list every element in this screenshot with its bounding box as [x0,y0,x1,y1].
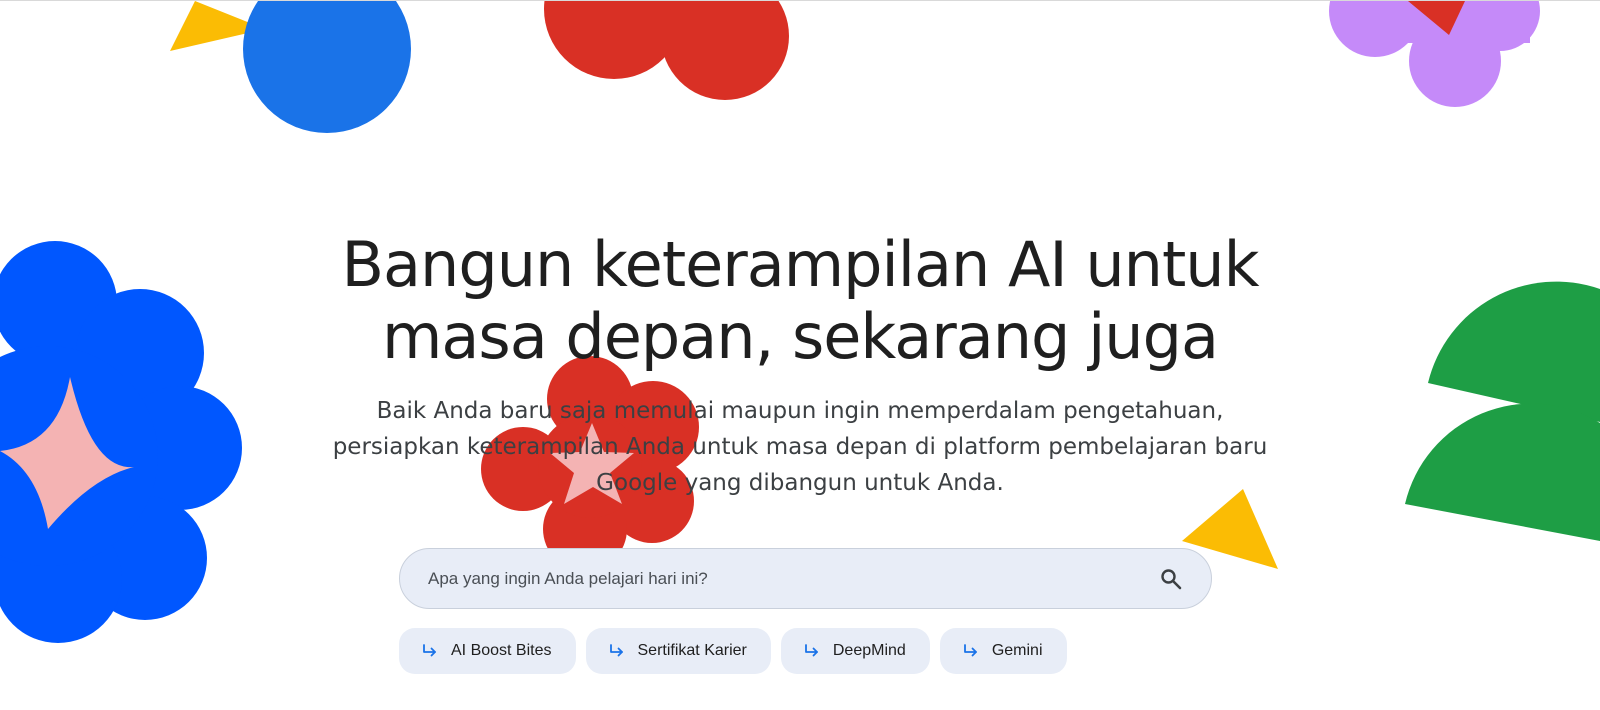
top-left-blue-circle [243,1,411,133]
arrow-return-icon [608,642,626,660]
chip-label: Sertifikat Karier [637,642,747,659]
chip-deepmind[interactable]: DeepMind [780,628,930,674]
chip-label: Gemini [991,642,1043,659]
hero-title: Bangun keterampilan AI untuk masa depan,… [310,229,1290,373]
hero-section: Bangun keterampilan AI untuk masa depan,… [0,229,1600,501]
google-skills-landing-page: Bangun keterampilan AI untuk masa depan,… [0,0,1600,710]
chip-gemini[interactable]: Gemini [939,628,1067,674]
hero-subtitle-line-3: Google yang dibangun untuk Anda. [596,470,1004,496]
top-red-blob-join [610,1,730,49]
top-red-blob-left [544,1,684,79]
quick-topic-chips: AI Boost Bites Sertifikat Karier DeepMin… [399,628,1067,674]
search-icon [1161,568,1182,589]
arrow-return-icon [962,642,980,660]
hero-subtitle-line-2: persiapkan keterampilan Anda untuk masa … [332,434,1268,460]
chip-ai-boost-bites[interactable]: AI Boost Bites [399,628,576,674]
hero-title-line-2: masa depan, sekarang juga [382,300,1219,373]
top-right-red-triangle [1408,1,1465,35]
top-right-purple-blob-band [1345,1,1530,43]
hero-title-line-1: Bangun keterampilan AI untuk [341,228,1260,301]
search-bar [399,548,1212,609]
chip-sertifikat-karier[interactable]: Sertifikat Karier [585,628,771,674]
chip-label: DeepMind [832,642,906,659]
chip-label: AI Boost Bites [451,642,552,659]
arrow-return-icon [803,642,821,660]
top-right-purple-blob-right [1460,1,1540,51]
arrow-return-icon [421,642,439,660]
hero-subtitle: Baik Anda baru saja memulai maupun ingin… [305,393,1295,501]
hero-subtitle-line-1: Baik Anda baru saja memulai maupun ingin… [376,398,1224,424]
top-right-purple-blob-main [1409,15,1501,107]
search-button[interactable] [1141,549,1201,609]
top-right-purple-blob-left [1329,1,1421,57]
top-left-yellow-triangle [170,1,265,51]
search-input[interactable] [400,549,1141,608]
top-red-blob-right [661,1,789,100]
